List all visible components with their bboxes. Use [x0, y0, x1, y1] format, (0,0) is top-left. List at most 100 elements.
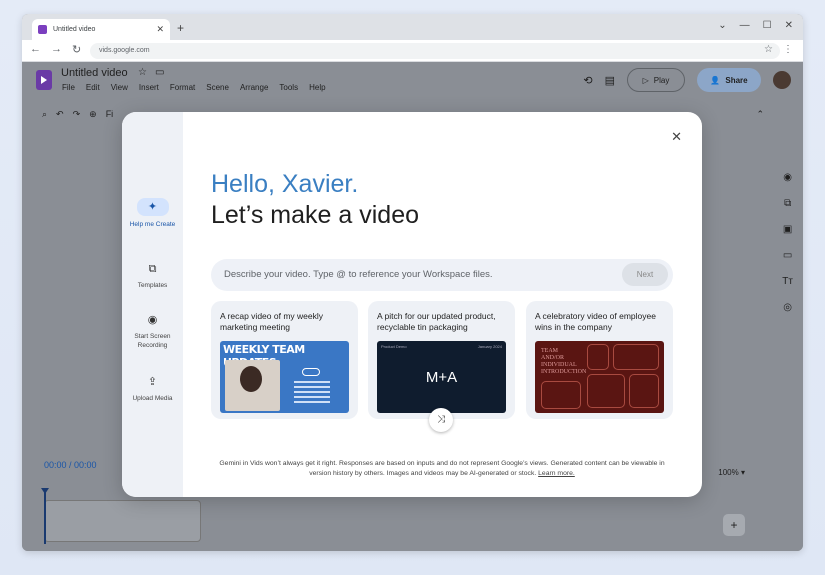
sidebar-item-upload-media[interactable]: ⇪ Upload Media: [122, 374, 183, 403]
redo-icon[interactable]: ↷: [73, 109, 81, 120]
playhead[interactable]: [41, 488, 49, 544]
menu-tools[interactable]: Tools: [279, 83, 298, 92]
close-window-icon[interactable]: ✕: [785, 20, 793, 31]
text-rail-icon[interactable]: Tт: [782, 276, 793, 287]
shapes-rail-icon[interactable]: ◎: [783, 302, 792, 313]
sidebar-item-label: Templates: [137, 282, 168, 289]
back-icon[interactable]: ←: [30, 43, 41, 56]
history-icon[interactable]: ⟲: [583, 74, 592, 87]
window-controls: ⌄ — ☐ ✕: [718, 20, 793, 31]
close-dialog-icon[interactable]: ✕: [671, 129, 682, 145]
thumb-photo: [225, 360, 280, 411]
gemini-disclaimer: Gemini in Vids won’t always get it right…: [217, 459, 667, 479]
address-actions: ☆ ⋮: [764, 44, 793, 55]
timeline-track[interactable]: [44, 500, 201, 542]
play-button[interactable]: ▷ Play: [627, 68, 685, 92]
vids-favicon-icon: [38, 25, 47, 34]
maximize-icon[interactable]: ☐: [763, 20, 772, 31]
disclaimer-text: Gemini in Vids won’t always get it right…: [219, 460, 665, 477]
media-rail-icon[interactable]: ▣: [783, 224, 792, 235]
avatar[interactable]: [773, 71, 791, 89]
tab-title: Untitled video: [53, 26, 96, 33]
play-label: Play: [653, 75, 670, 85]
dialog-headline: Let’s make a video: [211, 201, 419, 229]
document-title[interactable]: Untitled video: [61, 67, 128, 79]
menu-format[interactable]: Format: [170, 83, 195, 92]
menu-bar: File Edit View Insert Format Scene Arran…: [62, 83, 326, 92]
browser-tab[interactable]: Untitled video ✕: [32, 19, 170, 40]
url-field[interactable]: vids.google.com: [90, 43, 780, 59]
vids-logo-icon[interactable]: [36, 70, 52, 90]
close-tab-icon[interactable]: ✕: [156, 24, 164, 35]
add-scene-button[interactable]: +: [723, 514, 745, 536]
minimize-icon[interactable]: —: [740, 20, 750, 31]
folder-rail-icon[interactable]: ▭: [783, 250, 792, 261]
zoom-select[interactable]: 100% ▾: [718, 468, 745, 477]
menu-edit[interactable]: Edit: [86, 83, 100, 92]
move-folder-icon[interactable]: ▭: [155, 67, 164, 78]
thumb-badge: [302, 368, 320, 376]
reload-icon[interactable]: ↻: [72, 43, 81, 56]
star-icon[interactable]: ☆: [138, 67, 147, 78]
suggestion-card-product-pitch[interactable]: A pitch for our updated product, recycla…: [368, 301, 515, 419]
share-button[interactable]: 👤 Share: [697, 68, 761, 92]
comments-icon[interactable]: ▤: [605, 74, 615, 87]
sparkle-icon: ✦: [136, 198, 169, 216]
describe-video-input[interactable]: Describe your video. Type @ to reference…: [211, 259, 673, 291]
suggestion-card-employee-wins[interactable]: A celebratory video of employee wins in …: [526, 301, 673, 419]
create-video-dialog: ✦ Help me Create ⧉ Templates ◉ Start Scr…: [122, 112, 702, 497]
card-title: A celebratory video of employee wins in …: [535, 311, 656, 332]
tab-search-icon[interactable]: ⌄: [718, 20, 726, 31]
new-tab-button[interactable]: +: [177, 21, 184, 35]
card-thumbnail: WEEKLY TEAM UPDATES: [220, 341, 349, 413]
app-header: Untitled video ☆ ▭ File Edit View Insert…: [22, 62, 803, 102]
search-icon[interactable]: ⌕: [42, 109, 47, 120]
thumb-text-lines: [294, 381, 330, 406]
bookmark-star-icon[interactable]: ☆: [764, 44, 773, 55]
card-title: A recap video of my weekly marketing mee…: [220, 311, 323, 332]
sidebar-item-label: Upload Media: [132, 395, 173, 402]
thumb-frame: [541, 381, 581, 409]
record-rail-icon[interactable]: ◉: [783, 172, 792, 183]
menu-file[interactable]: File: [62, 83, 75, 92]
thumb-right-label: January 2024: [477, 344, 502, 349]
zoom-value: 100%: [718, 468, 739, 477]
menu-insert[interactable]: Insert: [139, 83, 159, 92]
fit-label[interactable]: Fi: [106, 109, 114, 119]
sidebar-item-help-me-create[interactable]: ✦ Help me Create: [122, 198, 183, 229]
suggestion-card-weekly-recap[interactable]: A recap video of my weekly marketing mee…: [211, 301, 358, 419]
thumb-frame: [587, 374, 625, 408]
card-title: A pitch for our updated product, recycla…: [377, 311, 496, 332]
undo-icon[interactable]: ↶: [56, 109, 64, 120]
menu-view[interactable]: View: [111, 83, 128, 92]
dialog-sidebar: ✦ Help me Create ⧉ Templates ◉ Start Scr…: [122, 112, 183, 497]
share-label: Share: [725, 75, 748, 85]
menu-scene[interactable]: Scene: [206, 83, 229, 92]
thumb-frame: [613, 344, 659, 370]
menu-help[interactable]: Help: [309, 83, 325, 92]
templates-icon: ⧉: [148, 263, 157, 275]
right-rail: ◉ ⧉ ▣ ▭ Tт ◎: [782, 172, 793, 313]
card-thumbnail: TEAM AND/OR INDIVIDUAL INTRODUCTION: [535, 341, 664, 413]
collapse-toolbar-icon[interactable]: ⌃: [756, 109, 764, 120]
thumb-center-label: M+A: [425, 369, 458, 386]
zoom-dropdown-icon: ▾: [740, 468, 745, 477]
upload-icon: ⇪: [147, 376, 158, 388]
menu-arrange[interactable]: Arrange: [240, 83, 268, 92]
templates-rail-icon[interactable]: ⧉: [784, 198, 791, 209]
learn-more-link[interactable]: Learn more.: [538, 470, 575, 477]
zoom-icon[interactable]: ⊕: [89, 109, 97, 120]
next-button[interactable]: Next: [622, 263, 668, 286]
forward-icon[interactable]: →: [51, 43, 62, 56]
browser-menu-icon[interactable]: ⋮: [783, 44, 793, 55]
sidebar-item-screen-recording[interactable]: ◉ Start Screen Recording: [122, 312, 183, 350]
shuffle-suggestions-icon[interactable]: ⤨: [429, 408, 453, 432]
sidebar-item-label: Help me Create: [129, 221, 176, 228]
tab-bar: Untitled video ✕ + ⌄ — ☐ ✕: [22, 14, 803, 40]
sidebar-item-templates[interactable]: ⧉ Templates: [122, 261, 183, 290]
greeting: Hello, Xavier.: [211, 170, 359, 198]
record-icon: ◉: [147, 314, 158, 326]
add-person-icon: 👤: [710, 75, 721, 85]
header-actions: ⟲ ▤ ▷ Play 👤 Share: [583, 68, 791, 92]
nav-buttons: ← → ↻: [30, 43, 81, 56]
